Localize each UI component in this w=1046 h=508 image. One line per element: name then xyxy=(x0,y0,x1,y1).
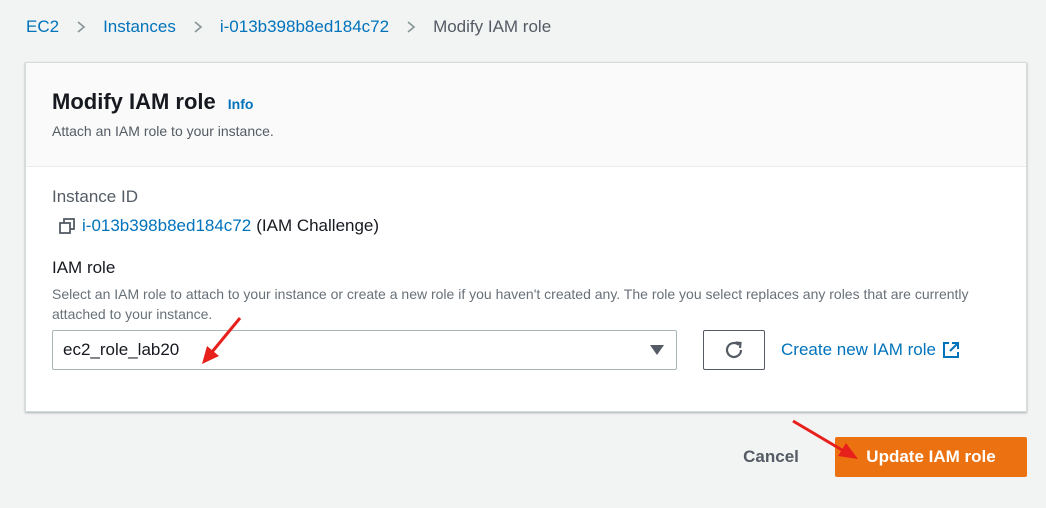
breadcrumb-ec2[interactable]: EC2 xyxy=(26,17,59,37)
chevron-right-icon xyxy=(77,21,86,33)
info-link[interactable]: Info xyxy=(228,96,254,112)
instance-id-link[interactable]: i-013b398b8ed184c72 xyxy=(82,216,251,236)
copy-icon[interactable] xyxy=(58,217,76,235)
caret-down-icon xyxy=(650,345,664,355)
create-new-iam-role-label: Create new IAM role xyxy=(781,340,936,359)
instance-name: (IAM Challenge) xyxy=(256,216,380,235)
breadcrumb-instances[interactable]: Instances xyxy=(103,17,176,37)
update-iam-role-button[interactable]: Update IAM role xyxy=(835,437,1027,477)
breadcrumb-current: Modify IAM role xyxy=(433,17,552,36)
breadcrumb-instance-id[interactable]: i-013b398b8ed184c72 xyxy=(220,17,389,37)
page-title: Modify IAM role xyxy=(52,89,216,114)
chevron-right-icon xyxy=(194,21,203,33)
iam-role-selected-value: ec2_role_lab20 xyxy=(63,340,180,359)
iam-role-controls: ec2_role_lab20 Create new IAM role xyxy=(52,330,1000,370)
refresh-icon xyxy=(725,341,743,359)
iam-role-description: Select an IAM role to attach to your ins… xyxy=(52,286,969,322)
iam-role-select[interactable]: ec2_role_lab20 xyxy=(52,330,677,370)
panel-body: Instance ID i-013b398b8ed184c72 (IAM Cha… xyxy=(26,167,1026,370)
instance-id-label: Instance ID xyxy=(52,187,138,206)
iam-role-label: IAM role xyxy=(52,258,116,277)
chevron-right-icon xyxy=(407,21,416,33)
refresh-button[interactable] xyxy=(703,330,765,370)
panel-header: Modify IAM role Info Attach an IAM role … xyxy=(26,63,1026,167)
breadcrumb: EC2 Instances i-013b398b8ed184c72 Modify… xyxy=(26,16,551,38)
create-new-iam-role-link[interactable]: Create new IAM role xyxy=(781,340,960,360)
external-link-icon xyxy=(942,342,959,358)
panel-description: Attach an IAM role to your instance. xyxy=(52,123,274,139)
modify-iam-role-panel: Modify IAM role Info Attach an IAM role … xyxy=(25,62,1027,412)
instance-id-row: i-013b398b8ed184c72 (IAM Challenge) xyxy=(52,216,1000,236)
cancel-button[interactable]: Cancel xyxy=(730,438,812,476)
